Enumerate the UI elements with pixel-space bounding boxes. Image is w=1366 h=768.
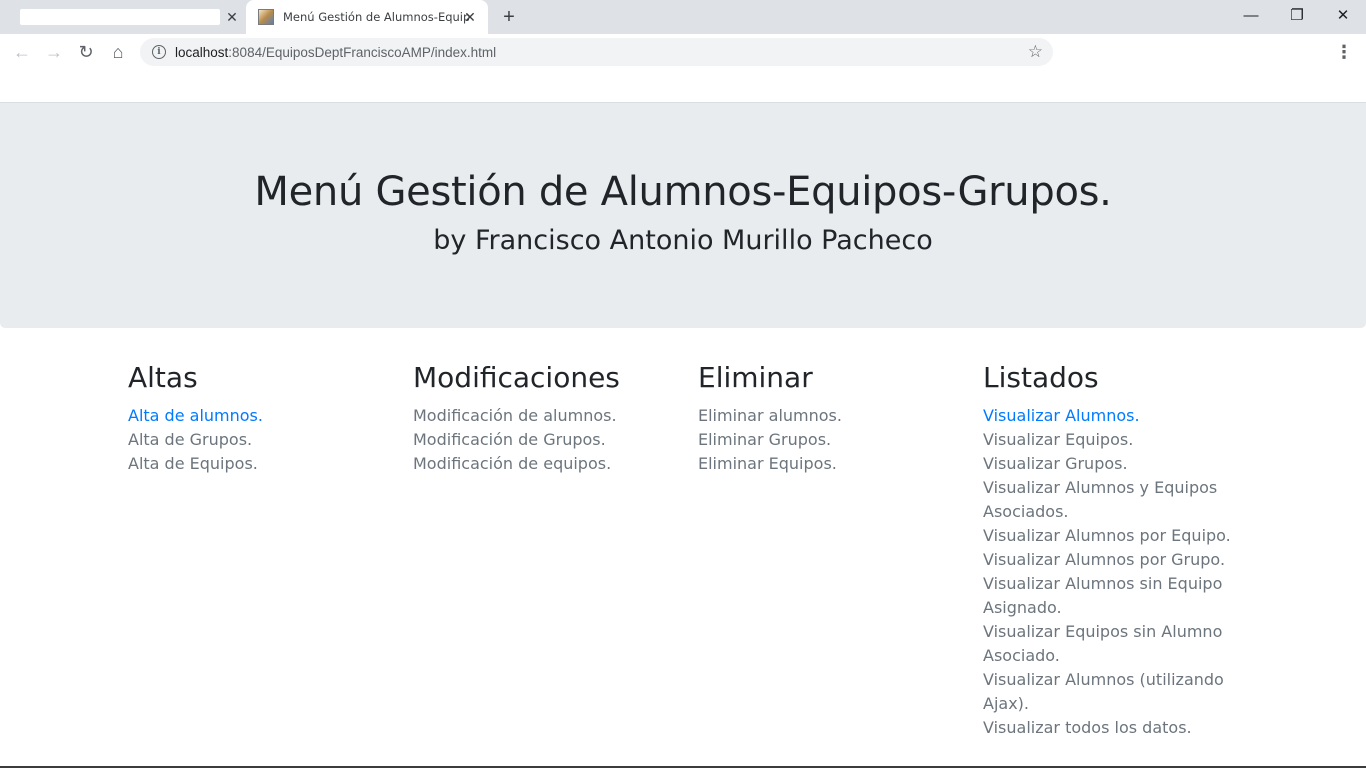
section-heading: Listados xyxy=(983,361,1099,394)
menu-item[interactable]: Visualizar Equipos sin Alumno Asociado. xyxy=(983,620,1243,668)
section-eliminar: Eliminar Eliminar alumnos. Eliminar Grup… xyxy=(698,360,968,476)
tab-inactive-title xyxy=(20,9,220,25)
maximize-button[interactable]: ❐ xyxy=(1274,0,1320,30)
section-heading: Altas xyxy=(128,361,198,394)
section-heading: Modificaciones xyxy=(413,361,620,394)
menu-item[interactable]: Visualizar Alumnos por Grupo. xyxy=(983,548,1243,572)
browser-toolbar: ← → ↻ ⌂ i localhost:8084/EquiposDeptFran… xyxy=(0,34,1366,70)
page-subtitle: by Francisco Antonio Murillo Pacheco xyxy=(433,225,933,256)
address-bar[interactable]: i localhost:8084/EquiposDeptFranciscoAMP… xyxy=(140,38,1053,66)
tab-active[interactable]: Menú Gestión de Alumnos-Equipos-Grupos. … xyxy=(246,0,488,34)
url-host: localhost xyxy=(175,44,229,60)
menu-link[interactable]: Alta de alumnos. xyxy=(128,404,398,428)
close-icon[interactable]: ✕ xyxy=(224,9,240,25)
menu-item[interactable]: Visualizar Alumnos sin Equipo Asignado. xyxy=(983,572,1243,620)
new-tab-button[interactable]: + xyxy=(498,6,520,28)
tab-strip: ✕ Menú Gestión de Alumnos-Equipos-Grupos… xyxy=(0,0,1366,34)
menu-link[interactable]: Visualizar Alumnos. xyxy=(983,404,1243,428)
page-title: Menú Gestión de Alumnos-Equipos-Grupos. xyxy=(254,169,1112,215)
section-altas: Altas Alta de alumnos. Alta de Grupos. A… xyxy=(128,360,398,476)
section-heading: Eliminar xyxy=(698,361,813,394)
menu-item[interactable]: Alta de Equipos. xyxy=(128,452,398,476)
page-viewport: Menú Gestión de Alumnos-Equipos-Grupos. … xyxy=(0,70,1366,766)
menu-item[interactable]: Visualizar Grupos. xyxy=(983,452,1243,476)
tab-active-title: Menú Gestión de Alumnos-Equipos-Grupos. xyxy=(283,10,469,24)
menu-item[interactable]: Visualizar Equipos. xyxy=(983,428,1243,452)
section-listados: Listados Visualizar Alumnos. Visualizar … xyxy=(983,360,1243,740)
home-icon[interactable]: ⌂ xyxy=(104,38,132,66)
tab-inactive[interactable]: ✕ xyxy=(8,0,244,34)
url-path: :8084/EquiposDeptFranciscoAMP/index.html xyxy=(228,44,497,60)
favicon-icon xyxy=(258,9,274,25)
window-close-button[interactable]: ✕ xyxy=(1320,0,1366,30)
close-icon[interactable]: ✕ xyxy=(462,9,478,25)
info-icon[interactable]: i xyxy=(152,45,166,59)
forward-arrow-icon[interactable]: → xyxy=(40,38,68,66)
menu-item[interactable]: Visualizar Alumnos por Equipo. xyxy=(983,524,1243,548)
menu-item[interactable]: Eliminar alumnos. xyxy=(698,404,968,428)
menu-item[interactable]: Modificación de equipos. xyxy=(413,452,683,476)
section-modificaciones: Modificaciones Modificación de alumnos. … xyxy=(413,360,683,476)
menu-item[interactable]: Modificación de alumnos. xyxy=(413,404,683,428)
minimize-button[interactable]: — xyxy=(1228,0,1274,30)
menu-item[interactable]: Alta de Grupos. xyxy=(128,428,398,452)
browser-menu-icon[interactable]: ⋮ xyxy=(1330,38,1358,66)
menu-item[interactable]: Visualizar Alumnos y Equipos Asociados. xyxy=(983,476,1243,524)
menu-item[interactable]: Eliminar Equipos. xyxy=(698,452,968,476)
menu-item[interactable]: Visualizar todos los datos. xyxy=(983,716,1243,740)
menu-item[interactable]: Eliminar Grupos. xyxy=(698,428,968,452)
jumbotron: Menú Gestión de Alumnos-Equipos-Grupos. … xyxy=(0,102,1366,328)
menu-item[interactable]: Visualizar Alumnos (utilizando Ajax). xyxy=(983,668,1243,716)
bookmark-star-icon[interactable]: ☆ xyxy=(1028,42,1043,62)
menu-item[interactable]: Modificación de Grupos. xyxy=(413,428,683,452)
back-arrow-icon[interactable]: ← xyxy=(8,38,36,66)
reload-icon[interactable]: ↻ xyxy=(72,38,100,66)
